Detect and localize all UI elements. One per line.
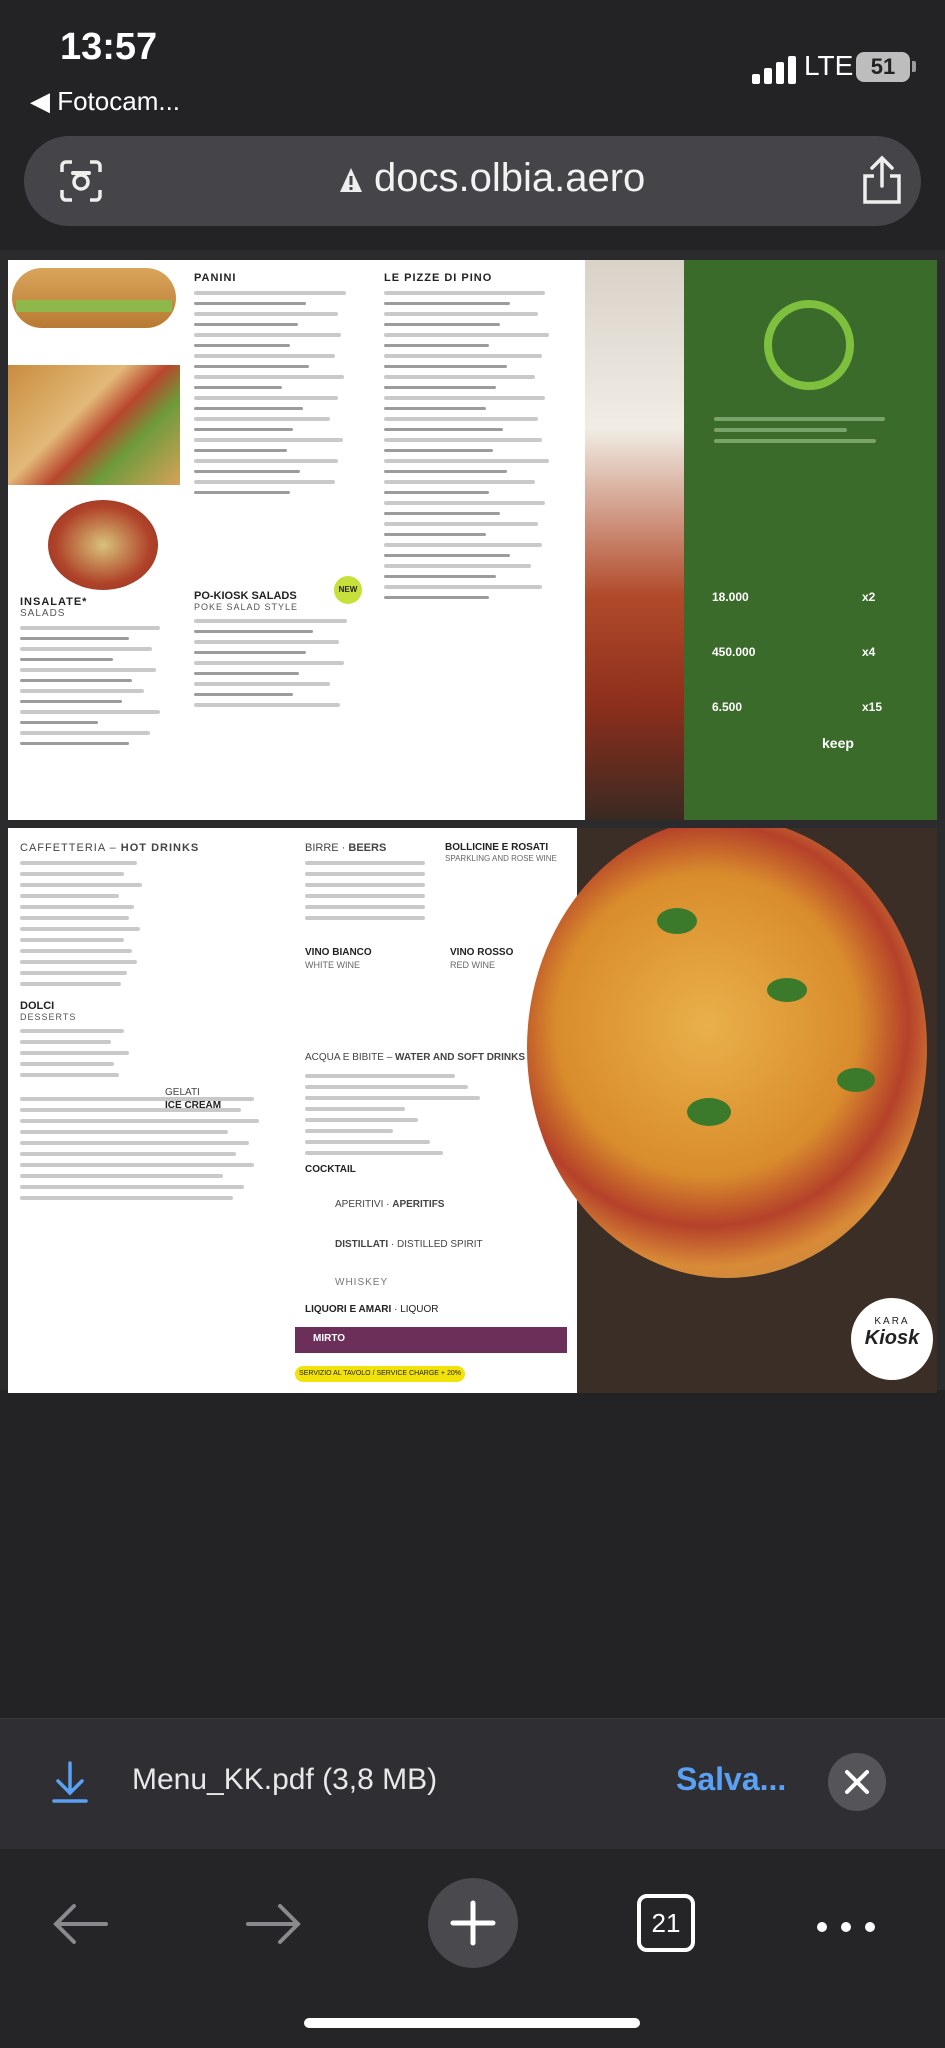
white-wine-subtitle: WHITE WINE xyxy=(305,960,360,970)
distilled-header: DISTILLED SPIRIT xyxy=(397,1239,483,1250)
kara-kiosk-logo: KARA Kiosk xyxy=(851,1298,933,1380)
mirto-band: MIRTO xyxy=(295,1327,567,1353)
new-tab-button[interactable] xyxy=(428,1878,518,1968)
aperitivi-header: APERITIVI xyxy=(335,1199,384,1210)
back-to-app-link[interactable]: ◀ Fotocam... xyxy=(30,86,180,117)
water-list xyxy=(305,1067,555,1162)
tabs-button[interactable]: 21 xyxy=(637,1894,695,1952)
caffetteria-header: CAFFETTERIA xyxy=(20,842,106,854)
more-icon xyxy=(817,1922,875,1932)
liquori-header: LIQUORI E AMARI xyxy=(305,1304,392,1315)
pizza-photo: KARA Kiosk xyxy=(527,828,937,1393)
download-bar: Menu_KK.pdf (3,8 MB) Salva... xyxy=(0,1718,945,1849)
new-badge: NEW xyxy=(334,576,362,604)
ice-cream-header: ICE CREAM xyxy=(165,1100,222,1111)
hot-drinks-header: HOT DRINKS xyxy=(120,842,200,854)
acqua-header: ACQUA E BIBITE xyxy=(305,1052,384,1063)
address-bar[interactable]: docs.olbia.aero xyxy=(24,136,921,226)
sustainability-panel: 18.000 450.000 6.500 x2 x4 x15 keep xyxy=(684,260,937,820)
water-header: WATER AND SOFT DRINKS xyxy=(395,1052,526,1063)
bollicine-header: BOLLICINE E ROSATI xyxy=(445,842,549,853)
kiosk-logo-main: Kiosk xyxy=(864,1327,920,1349)
birre-header: BIRRE xyxy=(305,842,339,854)
distillati-header: DISTILLATI xyxy=(335,1239,389,1250)
battery-cap xyxy=(912,61,916,72)
dolci-header: DOLCI xyxy=(20,1000,55,1012)
ratio-3: x15 xyxy=(862,700,883,714)
forward-arrow-icon[interactable] xyxy=(244,1900,304,1948)
panini-header: PANINI xyxy=(194,272,237,284)
cocktail-header: COCKTAIL xyxy=(305,1164,356,1175)
signal-icon xyxy=(752,52,800,84)
pdf-page-2: CAFFETTERIA – HOT DRINKS DOLCI DESSERTS … xyxy=(8,828,937,1393)
poke-subtitle: POKE SALAD STYLE xyxy=(194,602,299,612)
back-app-label: Fotocam... xyxy=(57,86,181,116)
liquor-header: LIQUOR xyxy=(400,1304,439,1315)
stat-1: 18.000 xyxy=(712,590,749,604)
panini-photo xyxy=(8,260,180,590)
url-text[interactable]: docs.olbia.aero xyxy=(374,156,645,201)
scan-camera-icon[interactable] xyxy=(58,158,104,204)
battery-icon: 51 xyxy=(856,52,910,82)
pizza-dough-photo xyxy=(585,260,684,820)
gelati-header: GELATI xyxy=(165,1087,200,1098)
beers-list xyxy=(305,861,425,920)
ratio-1: x2 xyxy=(862,590,876,604)
insalate-header: INSALATE* xyxy=(20,596,88,608)
pizze-header: LE PIZZE DI PINO xyxy=(384,272,493,284)
back-arrow-icon[interactable] xyxy=(50,1900,110,1948)
red-wine-subtitle: RED WINE xyxy=(450,960,495,970)
mirto-header: MIRTO xyxy=(313,1333,346,1344)
home-indicator xyxy=(304,2018,640,2028)
panini-list xyxy=(194,291,354,494)
plastic-donut-chart xyxy=(764,300,854,390)
share-icon[interactable] xyxy=(859,154,905,206)
close-icon xyxy=(845,1770,869,1794)
save-button[interactable]: Salva... xyxy=(676,1761,786,1798)
pdf-page-1: INSALATE* SALADS PANINI PO-KIOSK SALADS … xyxy=(8,260,937,820)
dolci-list xyxy=(20,1029,280,1077)
stat-2: 450.000 xyxy=(712,645,756,659)
service-charge-badge: SERVIZIO AL TAVOLO / SERVICE CHARGE + 20… xyxy=(295,1366,465,1382)
beers-header: BEERS xyxy=(348,842,387,854)
whiskey-header: WHISKEY xyxy=(335,1277,389,1288)
keep-logo: keep xyxy=(822,735,854,751)
insalate-list xyxy=(20,626,175,745)
close-download-button[interactable] xyxy=(828,1753,886,1811)
vino-bianco-header: VINO BIANCO xyxy=(305,947,372,958)
plus-icon xyxy=(450,1900,496,1946)
caffetteria-list xyxy=(20,861,280,986)
network-label: LTE xyxy=(804,50,854,81)
vino-rosso-header: VINO ROSSO xyxy=(450,947,514,958)
kiosk-logo-top: KARA xyxy=(874,1316,910,1327)
stat-3: 6.500 xyxy=(712,700,743,714)
sparkling-subtitle: SPARKLING AND ROSE WINE xyxy=(445,854,557,863)
poke-list xyxy=(194,619,364,707)
download-file-name: Menu_KK.pdf (3,8 MB) xyxy=(132,1763,438,1796)
pizze-list xyxy=(384,291,559,599)
download-icon xyxy=(52,1761,88,1803)
insalate-subtitle: SALADS xyxy=(20,608,66,619)
desserts-subtitle: DESSERTS xyxy=(20,1012,77,1022)
status-time: 13:57 xyxy=(60,26,158,68)
warning-icon xyxy=(340,168,362,192)
aperitifs-header: APERITIFS xyxy=(392,1199,445,1210)
more-menu-button[interactable] xyxy=(816,1920,876,1938)
allergens-list xyxy=(20,1097,280,1200)
ratio-2: x4 xyxy=(862,645,876,659)
status-bar: 13:57 ◀ Fotocam... LTE 51 xyxy=(0,0,945,120)
